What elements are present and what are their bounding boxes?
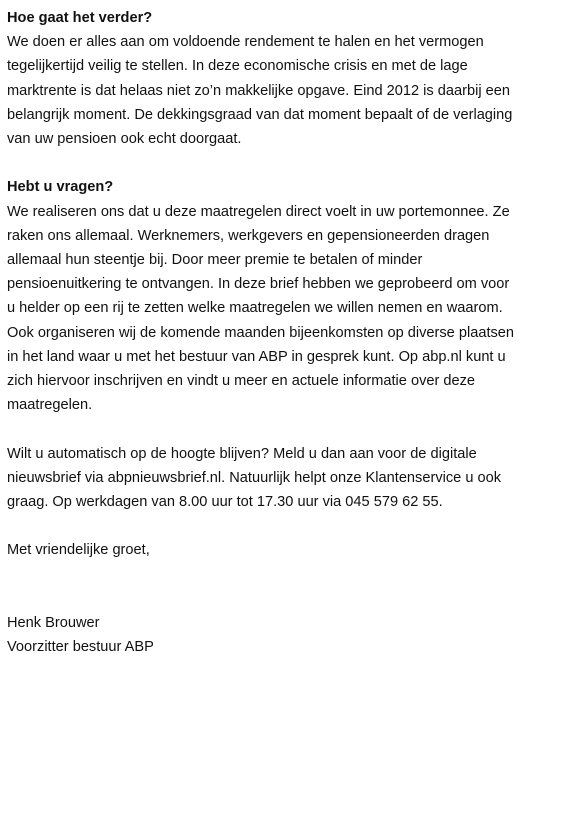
letter-page: Hoe gaat het verder? We doen er alles aa… <box>7 6 569 659</box>
section-heading-next-steps: Hoe gaat het verder? <box>7 10 153 26</box>
paragraph-line: Wilt u automatisch op de hoogte blijven?… <box>7 445 477 462</box>
closing-greeting: Met vriendelijke groet, <box>7 542 150 559</box>
paragraph-line: We doen er alles aan om voldoende rendem… <box>7 34 484 51</box>
signatory-title: Voorzitter bestuur ABP <box>7 639 154 656</box>
paragraph-line: zich hiervoor inschrijven en vindt u mee… <box>7 373 476 390</box>
paragraph-line: u helder op een rij te zetten welke maat… <box>7 300 503 317</box>
paragraph-line: raken ons allemaal. Werknemers, werkgeve… <box>7 227 490 244</box>
paragraph-line: maatregelen. <box>7 397 93 414</box>
paragraph-line: We realiseren ons dat u deze maatregelen… <box>7 203 510 220</box>
section-questions: Hebt u vragen? We realiseren ons dat u d… <box>7 175 569 417</box>
paragraph-line: tegelijkertijd veilig te stellen. In dez… <box>7 58 468 75</box>
paragraph-line: graag. Op werkdagen van 8.00 uur tot 17.… <box>7 494 443 511</box>
paragraph-line: pensioenuitkering te ontvangen. In deze … <box>7 276 510 293</box>
section-newsletter: Wilt u automatisch op de hoogte blijven?… <box>7 442 569 515</box>
section-next-steps: Hoe gaat het verder? We doen er alles aa… <box>7 6 569 151</box>
paragraph-line: allemaal hun steentje bij. Door meer pre… <box>7 252 423 269</box>
closing-block: Met vriendelijke groet, Henk Brouwer Voo… <box>7 538 569 659</box>
paragraph-line: belangrijk moment. De dekkingsgraad van … <box>7 106 513 123</box>
paragraph-line: in het land waar u met het bestuur van A… <box>7 348 506 365</box>
paragraph-line: marktrente is dat helaas niet zo’n makke… <box>7 82 510 99</box>
signatory-name: Henk Brouwer <box>7 615 100 631</box>
paragraph-line: Ook organiseren wij de komende maanden b… <box>7 324 515 341</box>
paragraph-line: van uw pensioen ook echt doorgaat. <box>7 131 242 148</box>
section-heading-questions: Hebt u vragen? <box>7 179 114 196</box>
paragraph-line: nieuwsbrief via abpnieuwsbrief.nl. Natuu… <box>7 469 502 486</box>
